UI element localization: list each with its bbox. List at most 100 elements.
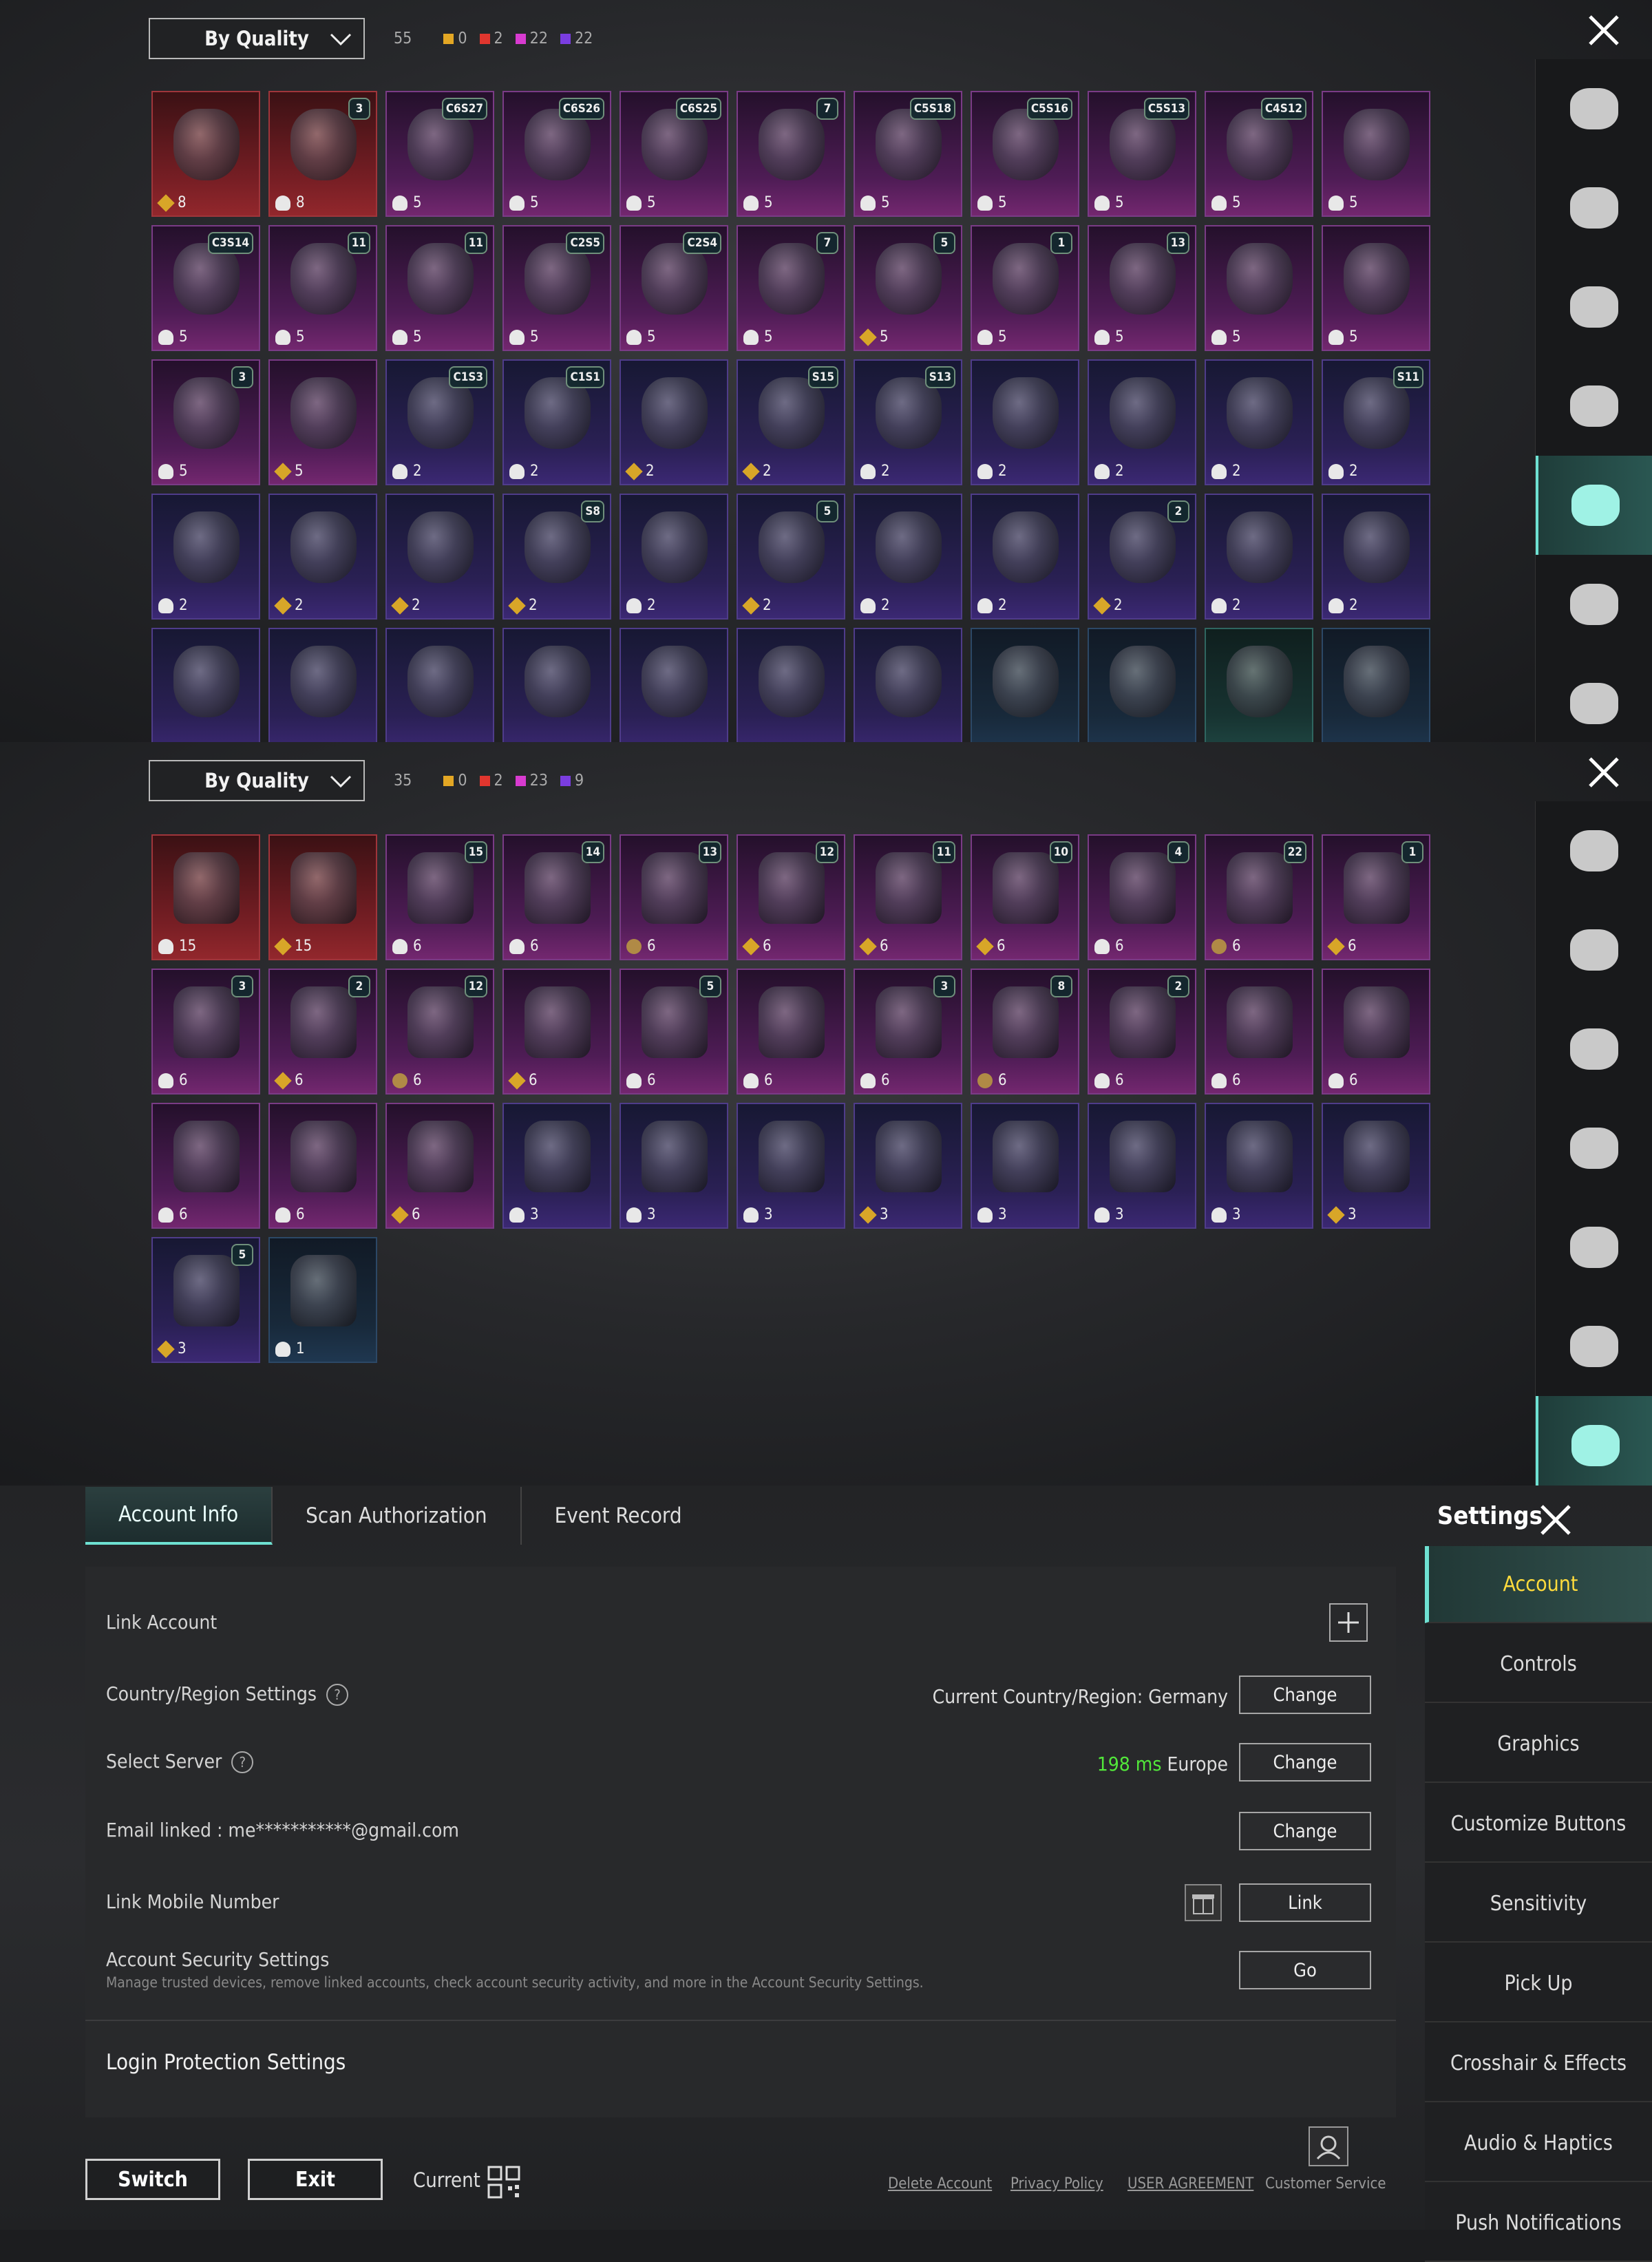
inventory-item[interactable]: 22	[1088, 494, 1196, 620]
tab-account-info[interactable]: Account Info	[85, 1487, 273, 1545]
inventory-item[interactable]: 5	[1205, 225, 1313, 351]
nav-item-controls[interactable]: Controls	[1425, 1626, 1652, 1703]
inventory-item[interactable]: 36	[151, 969, 260, 1095]
inventory-item[interactable]: C5S13 5	[1088, 91, 1196, 217]
inventory-item[interactable]: 2	[620, 494, 728, 620]
inventory-item[interactable]: 55	[854, 225, 962, 351]
inventory-item[interactable]: 15 6	[385, 834, 494, 960]
inventory-item[interactable]: 6	[737, 969, 845, 1095]
inventory-item[interactable]: 14 6	[502, 834, 611, 960]
inventory-item[interactable]: 16	[1322, 834, 1430, 960]
inventory-item[interactable]: C3S14 5	[151, 225, 260, 351]
inventory-item[interactable]: 56	[620, 969, 728, 1095]
sidebar-item-backpack[interactable]	[1536, 1396, 1652, 1486]
inventory-item[interactable]: 52	[737, 494, 845, 620]
inventory-item[interactable]	[737, 628, 845, 742]
tab-scan-authorization[interactable]: Scan Authorization	[273, 1487, 522, 1545]
inventory-item[interactable]: 26	[1088, 969, 1196, 1095]
inventory-item[interactable]: 2	[1088, 359, 1196, 485]
switch-button[interactable]: Switch	[85, 2159, 220, 2200]
inventory-item[interactable]: 6	[1322, 969, 1430, 1095]
inventory-item[interactable]: 2	[1322, 494, 1430, 620]
inventory-item[interactable]: 8	[151, 91, 260, 217]
inventory-item[interactable]: 22 6	[1205, 834, 1313, 960]
inventory-item[interactable]: 12 6	[385, 969, 494, 1095]
inventory-item[interactable]: S11 2	[1322, 359, 1430, 485]
inventory-item[interactable]: C1S3 2	[385, 359, 494, 485]
inventory-item[interactable]: 15	[268, 834, 377, 960]
security-go-button[interactable]: Go	[1239, 1951, 1371, 1989]
inventory-item[interactable]: 3	[1088, 1103, 1196, 1229]
sidebar-item-cap[interactable]	[1536, 1000, 1652, 1099]
exit-button[interactable]: Exit	[248, 2159, 383, 2200]
close-icon[interactable]	[1536, 1501, 1575, 1539]
inventory-item[interactable]: 2	[620, 359, 728, 485]
inventory-item[interactable]: C2S4 5	[620, 225, 728, 351]
delete-account-link[interactable]: Delete Account	[888, 2175, 992, 2192]
tab-event-record[interactable]: Event Record	[522, 1487, 715, 1545]
inventory-item[interactable]: C2S5 5	[502, 225, 611, 351]
inventory-item[interactable]: 2	[854, 494, 962, 620]
inventory-item[interactable]	[268, 628, 377, 742]
privacy-policy-link[interactable]: Privacy Policy	[1010, 2175, 1103, 2192]
sort-dropdown[interactable]: By Quality	[149, 760, 365, 801]
nav-item-audio-haptics[interactable]: Audio & Haptics	[1425, 2105, 1652, 2182]
inventory-item[interactable]: 75	[737, 91, 845, 217]
inventory-item[interactable]: 53	[151, 1237, 260, 1363]
inventory-item[interactable]: S13 2	[854, 359, 962, 485]
sidebar-item-backpack[interactable]	[1536, 654, 1652, 742]
gift-icon[interactable]	[1184, 1883, 1222, 1922]
inventory-item[interactable]: 11 6	[854, 834, 962, 960]
sidebar-item-glasses[interactable]	[1536, 357, 1652, 456]
add-icon[interactable]	[1328, 1603, 1368, 1642]
inventory-item[interactable]	[502, 628, 611, 742]
sidebar-item-jacket[interactable]	[1536, 555, 1652, 654]
inventory-item[interactable]: 12 6	[737, 834, 845, 960]
inventory-item[interactable]: 6	[502, 969, 611, 1095]
inventory-item[interactable]	[1322, 628, 1430, 742]
sidebar-item-cap[interactable]	[1536, 257, 1652, 357]
inventory-item[interactable]	[385, 628, 494, 742]
inventory-item[interactable]: 5	[1322, 225, 1430, 351]
inventory-item[interactable]: 2	[268, 494, 377, 620]
inventory-item[interactable]: S8 2	[502, 494, 611, 620]
nav-item-push-notifications[interactable]: Push Notifications	[1425, 2185, 1652, 2262]
inventory-item[interactable]	[854, 628, 962, 742]
inventory-item[interactable]: C6S27 5	[385, 91, 494, 217]
nav-item-account[interactable]: Account	[1425, 1546, 1652, 1623]
inventory-item[interactable]: 2	[1205, 359, 1313, 485]
inventory-item[interactable]: C1S1 2	[502, 359, 611, 485]
inventory-item[interactable]: 3	[854, 1103, 962, 1229]
inventory-item[interactable]: 3	[502, 1103, 611, 1229]
close-icon[interactable]	[1583, 752, 1624, 793]
qr-code-icon[interactable]	[487, 2166, 520, 2199]
inventory-item[interactable]: C5S16 5	[971, 91, 1079, 217]
inventory-item[interactable]: 3	[620, 1103, 728, 1229]
inventory-item[interactable]: 15	[151, 834, 260, 960]
inventory-item[interactable]: 6	[268, 1103, 377, 1229]
inventory-item[interactable]: 6	[1205, 969, 1313, 1095]
customer-service-label[interactable]: Customer Service	[1265, 2175, 1386, 2192]
inventory-item[interactable]	[1088, 628, 1196, 742]
inventory-item[interactable]: 6	[151, 1103, 260, 1229]
inventory-item[interactable]: 3	[1322, 1103, 1430, 1229]
user-agreement-link[interactable]: USER AGREEMENT	[1127, 2175, 1253, 2192]
close-icon[interactable]	[1583, 10, 1624, 51]
inventory-item[interactable]: 1	[268, 1237, 377, 1363]
nav-item-customize-buttons[interactable]: Customize Buttons	[1425, 1786, 1652, 1863]
nav-item-graphics[interactable]: Graphics	[1425, 1706, 1652, 1783]
inventory-item[interactable]: 75	[737, 225, 845, 351]
customer-service-icon[interactable]	[1308, 2126, 1349, 2167]
inventory-item[interactable]: C4S12 5	[1205, 91, 1313, 217]
inventory-item[interactable]: S15 2	[737, 359, 845, 485]
nav-item-sensitivity[interactable]: Sensitivity	[1425, 1865, 1652, 1943]
inventory-item[interactable]: 13 5	[1088, 225, 1196, 351]
help-icon[interactable]: ?	[231, 1751, 254, 1773]
inventory-item[interactable]: 2	[971, 494, 1079, 620]
inventory-item[interactable]: 11 5	[268, 225, 377, 351]
inventory-item[interactable]: 3	[971, 1103, 1079, 1229]
inventory-item[interactable]: C6S26 5	[502, 91, 611, 217]
sidebar-item-jacket[interactable]	[1536, 1297, 1652, 1396]
sidebar-item-glasses[interactable]	[1536, 1099, 1652, 1198]
inventory-item[interactable]: 86	[971, 969, 1079, 1095]
